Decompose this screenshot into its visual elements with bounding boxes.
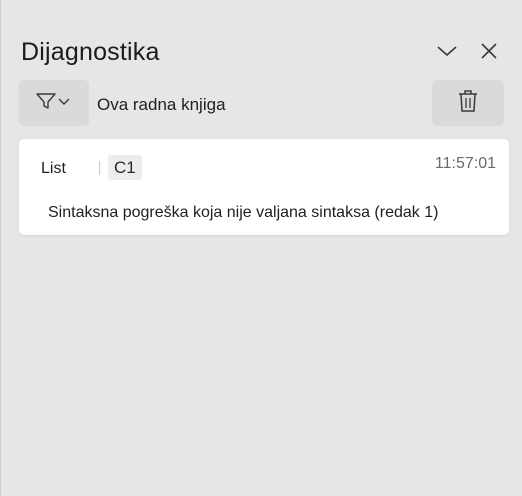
timestamp: 11:57:01 <box>434 155 496 172</box>
pane-header: Dijagnostika <box>21 36 508 70</box>
clear-all-button[interactable] <box>432 80 504 126</box>
collapse-button[interactable] <box>432 38 462 68</box>
diagnostic-message: Sintaksna pogreška koja nije valjana sin… <box>48 204 439 221</box>
filter-dropdown-button[interactable] <box>19 80 89 126</box>
scope-label: Ova radna knjiga <box>97 95 226 114</box>
chevron-down-icon <box>436 44 458 63</box>
filter-icon <box>35 91 73 116</box>
diagnostics-pane: Dijagnostika Ova radna knjiga List C1 11… <box>0 0 522 496</box>
pane-title: Dijagnostika <box>21 38 160 66</box>
sheet-name: List <box>41 160 66 177</box>
cell-reference[interactable]: C1 <box>108 155 142 180</box>
diagnostic-entry[interactable]: List C1 11:57:01 Sintaksna pogreška koja… <box>19 139 509 235</box>
trash-icon <box>458 89 478 118</box>
toolbar: Ova radna knjiga <box>19 80 504 126</box>
close-icon <box>480 42 498 65</box>
separator <box>99 161 100 175</box>
close-button[interactable] <box>474 38 504 68</box>
